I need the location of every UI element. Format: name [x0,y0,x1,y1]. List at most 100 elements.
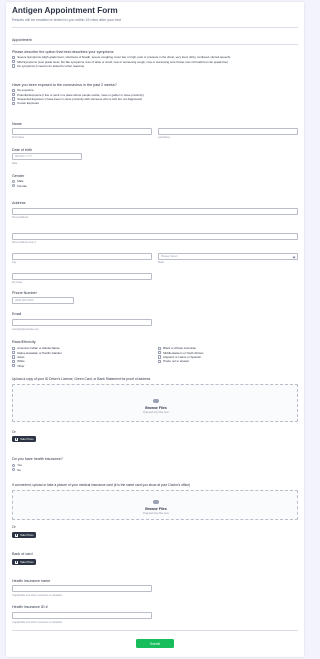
checkbox[interactable] [158,355,162,359]
race-option[interactable]: Prefer not to answer [158,359,203,363]
camera-icon [14,560,19,564]
option-label: Native Hawaiian or Pacific Islander [17,350,62,355]
first-name-input[interactable] [12,128,152,135]
submit-button[interactable]: Submit [136,639,174,648]
insurance-option-no[interactable]: No [12,467,22,472]
email-input[interactable] [12,319,152,326]
phone-label: Phone Number [12,291,37,295]
gender-option-female[interactable]: Female [12,183,27,188]
gender-label: Gender [12,174,25,178]
zip-code-sublabel: Zip Code [12,281,23,284]
form-page: Antigen Appointment Form Results will be… [0,0,310,659]
dob-label: Date of birth [12,148,33,152]
zip-code-input[interactable] [12,273,152,280]
email-label: Email [12,312,22,316]
form-subtitle: Results will be emailed or texted to you… [12,18,122,22]
insurance-drag-hint: Drag and drop files here [143,512,169,515]
email-sublabel: example@example.com [12,328,39,331]
checkbox[interactable] [12,92,16,97]
checkbox[interactable] [158,346,162,350]
exposure-options: No exposure Potential Exposure (I live o… [12,88,144,106]
radio[interactable] [12,179,16,183]
cloud-upload-icon [153,399,159,403]
exposure-question: Have you been exposed to the coronavirus… [12,83,117,87]
option-label: Other [17,363,25,368]
chevron-down-icon [292,255,296,259]
option-label: Black or African American [163,346,197,351]
checkbox[interactable] [12,88,16,92]
back-of-card-photo-button[interactable]: Take Photo [12,559,37,566]
option-label: American Indian or Alaska Native [17,346,60,351]
option-label: No exposure [17,88,34,93]
insurance-name-sublabel: If applicable and when insurance is uplo… [12,594,62,597]
header-divider [12,27,298,28]
checkbox[interactable] [12,359,16,363]
checkbox[interactable] [12,64,16,68]
id-browse-files[interactable]: Browse Files [13,406,299,410]
option-label: Female [17,183,27,188]
checkbox[interactable] [12,346,16,350]
option-label: No [17,467,21,472]
street-address-2-input[interactable] [12,233,298,240]
dob-input[interactable]: MM-DD-YYYY [12,153,82,160]
option-label: Severe Symptoms (High grade fever, short… [17,55,231,60]
insurance-id-sublabel: If applicable and when insurance is uplo… [12,621,62,624]
address-label: Address [12,201,26,205]
checkbox[interactable] [12,350,16,355]
id-upload-dropzone[interactable]: Browse Files Drag and drop files here [12,384,298,422]
insurance-id-label: Health Insurance ID # [12,605,48,609]
appointment-divider [12,44,298,45]
race-options-left: American Indian or Alaska Native Native … [12,346,62,368]
option-label: Male [17,179,24,184]
radio[interactable] [12,183,16,188]
insurance-options: Yes No [12,463,22,472]
insurance-upload-label: If convenient, upload or take a picture … [12,483,191,487]
checkbox[interactable] [158,359,162,363]
race-option[interactable]: Other [12,364,62,368]
dob-sublabel: Date [12,162,18,165]
last-name-input[interactable] [158,128,298,135]
insurance-upload-dropzone[interactable]: Browse Files Drag and drop files here [12,490,298,520]
insurance-question: Do you have health insurance? [12,457,63,461]
option-label: Prefer not to answer [163,359,190,364]
checkbox[interactable] [12,59,16,64]
state-sublabel: State [158,261,164,264]
checkbox[interactable] [158,350,162,355]
camera-icon [14,437,19,441]
first-name-sublabel: First Name [12,136,25,139]
camera-icon [14,533,19,537]
radio[interactable] [12,463,16,467]
checkbox[interactable] [12,364,16,368]
checkbox[interactable] [12,97,16,101]
radio[interactable] [12,467,16,472]
street-address-sublabel: Street Address [12,216,29,219]
checkbox[interactable] [12,101,16,105]
take-photo-label: Take Photo [20,560,34,564]
take-photo-label: Take Photo [20,437,34,441]
footer-divider [12,630,298,631]
symptom-option-none[interactable]: No symptoms (I need to be tested for oth… [12,64,230,68]
insurance-name-input[interactable] [12,585,152,592]
exposure-option-known[interactable]: Known Exposure [12,101,144,105]
insurance-browse-files[interactable]: Browse Files [13,507,299,511]
option-label: Known Exposure [17,101,40,106]
state-select[interactable]: Please Select [158,253,298,260]
city-input[interactable] [12,253,152,260]
option-label: White [17,359,25,364]
option-label: Mild Symptoms (Low grade fever, Flu like… [17,59,228,64]
checkbox[interactable] [12,55,16,59]
name-label: Name [12,122,22,126]
symptoms-question: Please describe the option that best des… [12,50,114,54]
insurance-name-label: Health Insurance name [12,579,51,583]
state-select-value: Please Select [161,255,178,258]
take-photo-button[interactable]: Take Photo [12,532,37,539]
street-address-input[interactable] [12,208,298,215]
option-label: Potential Exposure (I live or work in a … [17,92,144,97]
insurance-id-input[interactable] [12,612,152,619]
phone-input[interactable]: (000) 000-0000 [12,297,74,304]
race-label: Race/Ethnicity [12,340,36,344]
take-photo-button[interactable]: Take Photo [12,436,37,443]
option-label: Suspected Exposure (I have been in close… [17,96,142,101]
city-sublabel: City [12,261,17,264]
checkbox[interactable] [12,355,16,359]
